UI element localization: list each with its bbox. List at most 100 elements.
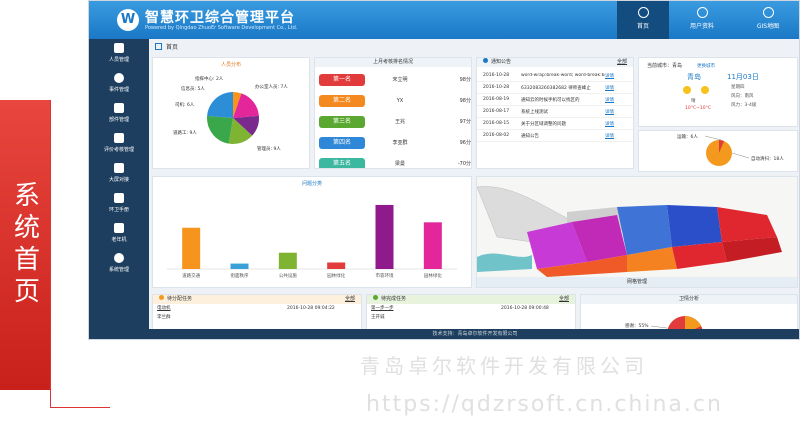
notice-title[interactable]: 通知云的时候手机可以找区的 <box>521 97 605 103</box>
rank-row: 第四名 李亚群 96分 <box>315 132 471 153</box>
notice-date: 2016-10-28 <box>483 73 510 78</box>
personnel-pie-chart: 指挥中心: 2人办公室人员: 7人 信息员: 5人司机: 6人道路工: 9人管理员… <box>173 75 288 152</box>
divider-line <box>50 407 110 408</box>
notices-more-link[interactable]: 全部 <box>617 58 627 65</box>
watermark-url: https://qdzrsoft.cn.china.cn <box>366 392 723 417</box>
ranking-panel: 上月考核排名情况 第一名 宋立明 98分 第二名 YX 98分 第三名 王兆 97分 第四名 李亚群… <box>314 57 472 169</box>
gear-icon <box>114 253 124 263</box>
components-icon <box>114 103 124 113</box>
map-caption: 网格管理 <box>477 277 797 287</box>
panel-title: 通知公告 <box>477 58 633 67</box>
pie-label: 运输：6人 <box>677 133 698 140</box>
section-banner: 系统首页 <box>0 100 50 390</box>
notice-detail-link[interactable]: 详情 <box>605 85 614 91</box>
notice-detail-link[interactable]: 详情 <box>605 109 614 115</box>
footer: 技术支持：青岛卓尔软件开发有限公司 <box>149 329 799 339</box>
notice-row: 2016-08-19 通知云的时候手机可以找区的 详情 <box>477 94 633 106</box>
check-icon <box>373 295 378 300</box>
task-row[interactable]: 电动机 2016-10-28 09:04:22 <box>153 304 361 313</box>
notice-title[interactable]: word-wrap:break-word; word-break:br <box>521 73 605 78</box>
sidebar-item-personnel[interactable]: 人员管理 <box>89 39 149 69</box>
clock-icon <box>159 295 164 300</box>
vehicle-pie-chart: 运输：6人 自动清扫：18人 <box>677 133 784 166</box>
notice-date: 2016-08-19 <box>483 97 510 102</box>
grid-map[interactable] <box>477 177 797 277</box>
personnel-panel: 人员分布 指挥中心: 2人 办公室人员: 7人 信息员: 5人 司机: 6人 道路工: … <box>152 57 310 169</box>
nav-home[interactable]: 首页 <box>617 1 669 39</box>
breadcrumb: 首页 <box>155 42 178 51</box>
sidebar-item-elderly-phone[interactable]: 老年机 <box>89 219 149 249</box>
sun-icon <box>683 86 691 94</box>
pie-label: 信息员: 5人 <box>181 85 205 92</box>
app-title: 智慧环卫综合管理平台 <box>145 10 295 26</box>
panel-title: 人员分布 <box>220 62 241 68</box>
notice-date: 2016-08-17 <box>483 109 510 114</box>
notice-detail-link[interactable]: 详情 <box>605 73 614 79</box>
app-subtitle: Powered by Qingdao ZhuoEr Software Devel… <box>145 25 298 31</box>
notice-row: 2016-10-28 6332083260382682 律师查峰止 详情 <box>477 82 633 94</box>
rank-row: 第三名 王兆 97分 <box>315 111 471 132</box>
pending-more-link[interactable]: 全部 <box>345 295 355 302</box>
edit-icon <box>155 43 162 50</box>
sidebar-item-assessment[interactable]: 评价考核管理 <box>89 129 149 159</box>
bar <box>278 252 297 269</box>
pie-label: 自动清扫：18人 <box>751 155 784 162</box>
sidebar-item-events[interactable]: 事件管理 <box>89 69 149 99</box>
notice-detail-link[interactable]: 详情 <box>605 97 614 103</box>
bar <box>375 204 394 269</box>
weather-temp: 10°C~10°C <box>685 106 712 111</box>
x-tick-label: 市容环境 <box>376 272 394 279</box>
nav-gis-map[interactable]: GIS地图 <box>735 1 799 39</box>
rank-badge: 第二名 <box>319 94 365 107</box>
phone-icon <box>114 223 124 233</box>
x-tick-label: 园林绿化 <box>424 272 442 279</box>
notice-title[interactable]: 6332083260382682 律师查峰止 <box>521 85 605 91</box>
people-icon <box>114 43 124 53</box>
notice-detail-link[interactable]: 详情 <box>605 133 614 139</box>
sidebar-item-system[interactable]: 系统管理 <box>89 249 149 279</box>
main-content: 首页 人员分布 指挥中心: 2人 办公室人员: 7人 信息员: 5人 司机: 6人 道路… <box>149 39 799 339</box>
switch-city-link[interactable]: 更换城市 <box>697 63 715 69</box>
rank-name: YX <box>396 97 404 104</box>
x-tick-label: 公共设施 <box>279 272 297 279</box>
bar <box>423 222 442 269</box>
pie-label: 管理员: 9人 <box>257 145 281 152</box>
sidebar-item-big-screen[interactable]: 大屏对接 <box>89 159 149 189</box>
panel-title: 待完成任务 <box>367 295 575 304</box>
weather-condition: 晴 <box>691 99 696 104</box>
pie-label: 司机: 6人 <box>175 101 195 108</box>
notice-date: 2016-08-02 <box>483 133 510 138</box>
rank-badge: 第三名 <box>319 115 365 128</box>
weather-wind: 风向：南风 <box>731 94 754 99</box>
weather-date: 11月03日 <box>727 73 759 81</box>
task-row[interactable]: 第一步一步 2016-10-28 09:00:48 <box>367 304 575 313</box>
rank-row: 第一名 宋立明 98分 <box>315 69 471 90</box>
sidebar-item-handbook[interactable]: 环卫手册 <box>89 189 149 219</box>
panel-title: 卫情分析 <box>581 295 797 304</box>
events-bar-chart: 道路交通 街面秩序 公共设施 园林绿化 市容环境 园林绿化 <box>167 204 457 279</box>
panel-title: 问题分类 <box>301 181 322 187</box>
top-nav: 首页 用户资料 GIS地图 <box>617 1 799 39</box>
weather-weekday: 星期四 <box>731 85 745 90</box>
notice-title[interactable]: 关于分区域调整的问题 <box>521 121 605 127</box>
notice-title[interactable]: 通知公告 <box>521 133 605 139</box>
sidebar: 人员管理 事件管理 部件管理 评价考核管理 大屏对接 环卫手册 老年机 系统管理 <box>89 39 149 339</box>
rank-score: 98分 <box>459 77 471 83</box>
clipboard-icon <box>114 133 124 143</box>
globe-icon <box>762 7 774 18</box>
bulb-icon <box>114 73 124 83</box>
pie-slice <box>207 92 233 118</box>
processed-tasks-panel: 待完成任务 全部 第一步一步 2016-10-28 09:00:48 王开诚 <box>366 294 576 330</box>
nav-user-profile[interactable]: 用户资料 <box>669 1 735 39</box>
task-person: 王开诚 <box>371 315 385 320</box>
rank-score: 97分 <box>459 119 471 125</box>
rank-score: 96分 <box>459 140 471 146</box>
notice-detail-link[interactable]: 详情 <box>605 121 614 127</box>
processed-more-link[interactable]: 全部 <box>559 295 569 302</box>
grid-map-panel[interactable]: 网格管理 <box>476 176 798 288</box>
sanitation-chart: 感谢：55% <box>625 316 703 329</box>
notice-title[interactable]: 系统上线测试 <box>521 109 605 115</box>
sidebar-item-components[interactable]: 部件管理 <box>89 99 149 129</box>
rank-score: -70分 <box>457 161 471 167</box>
notice-row: 2016-10-28 word-wrap:break-word; word-bre… <box>477 70 633 82</box>
